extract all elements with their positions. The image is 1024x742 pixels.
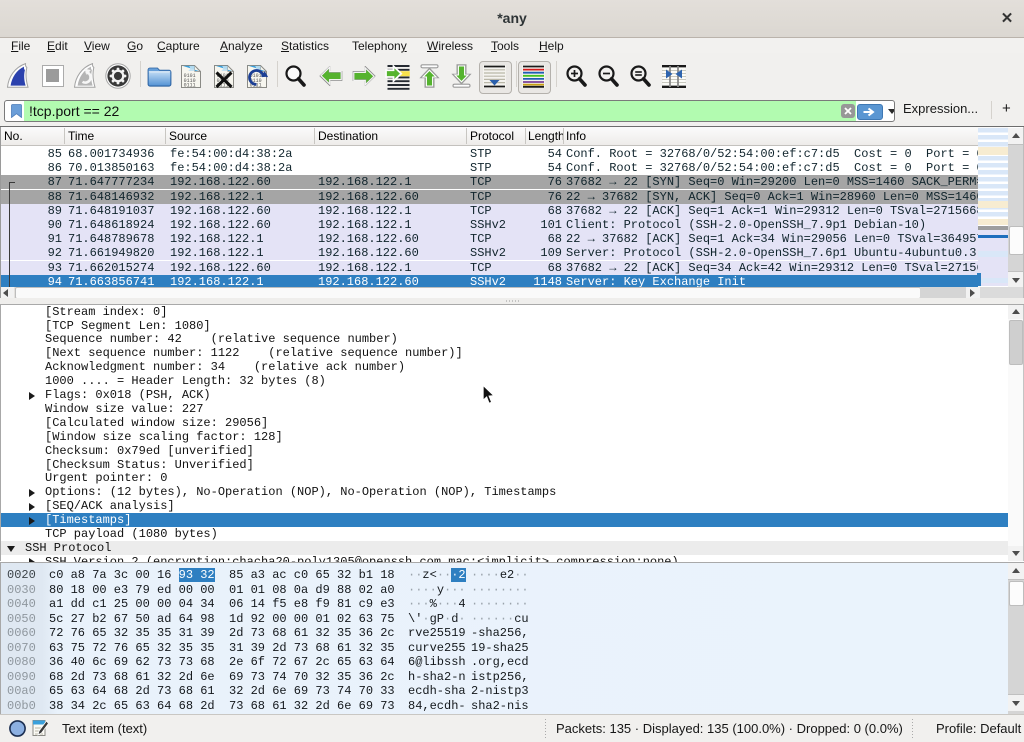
svg-text:0111: 0111 bbox=[184, 82, 196, 88]
